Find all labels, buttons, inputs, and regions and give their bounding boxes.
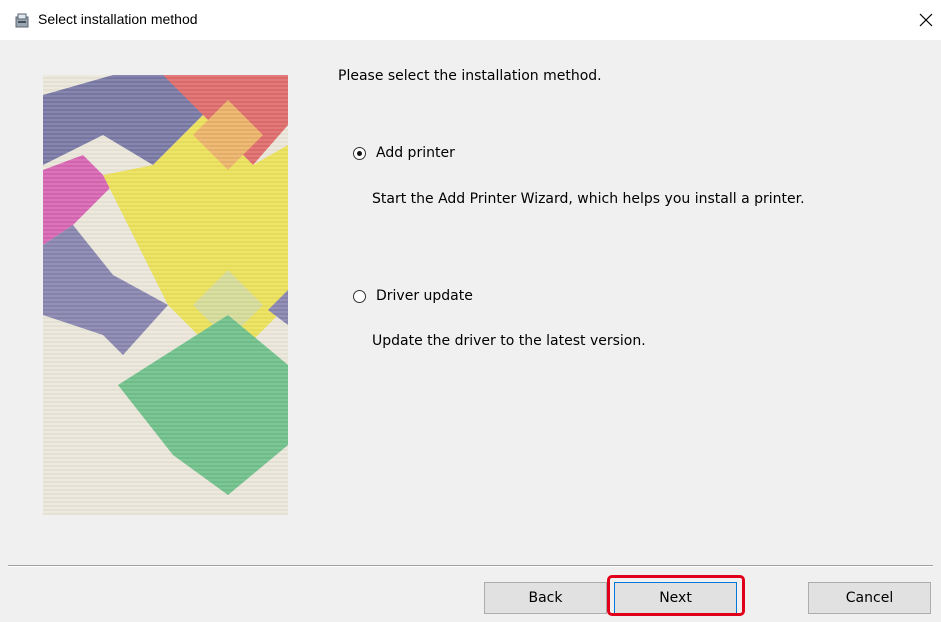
driver-update-option[interactable]: Driver update: [353, 288, 473, 304]
add-printer-option[interactable]: Add printer: [353, 145, 455, 161]
driver-update-description: Update the driver to the latest version.: [372, 333, 646, 349]
cancel-button[interactable]: Cancel: [808, 582, 931, 614]
driver-update-radio[interactable]: [353, 289, 366, 303]
add-printer-description: Start the Add Printer Wizard, which help…: [372, 191, 805, 207]
window-title: Select installation method: [38, 11, 198, 27]
add-printer-label[interactable]: Add printer: [376, 145, 455, 161]
next-button[interactable]: Next: [614, 582, 737, 614]
instruction-text: Please select the installation method.: [338, 68, 602, 84]
wizard-banner-image: [43, 75, 288, 515]
footer-divider: [8, 565, 933, 567]
installer-icon: [15, 13, 29, 28]
driver-update-label[interactable]: Driver update: [376, 288, 473, 304]
title-bar: Select installation method: [0, 0, 941, 40]
close-icon[interactable]: [918, 12, 934, 28]
back-button[interactable]: Back: [484, 582, 607, 614]
add-printer-radio[interactable]: [353, 146, 366, 160]
